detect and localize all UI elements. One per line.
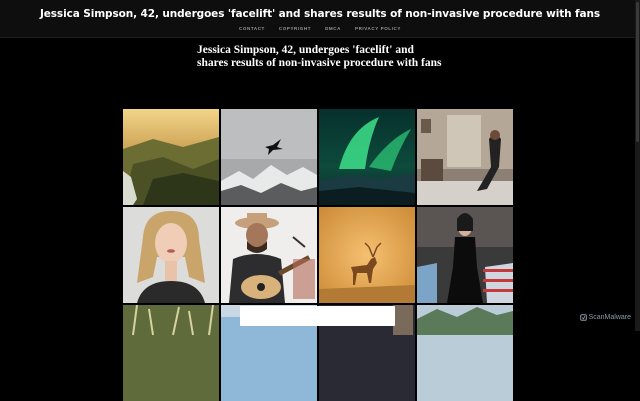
photo-cowboy-guitar[interactable] <box>221 207 317 303</box>
photo-blonde-woman[interactable] <box>123 207 219 303</box>
photo-room-interior[interactable] <box>417 109 513 205</box>
photo-eagle-mountains[interactable] <box>221 109 317 205</box>
scrollbar-thumb[interactable] <box>636 2 639 142</box>
scanmalware-watermark: ScanMalware <box>579 314 631 321</box>
photo-waterfall-valley[interactable] <box>123 109 219 205</box>
nav-contact[interactable]: CONTACT <box>239 26 265 31</box>
site-title[interactable]: Jessica Simpson, 42, undergoes 'facelift… <box>0 8 640 20</box>
nav-dmca[interactable]: DMCA <box>325 26 341 31</box>
photo-aurora[interactable] <box>319 109 415 205</box>
photo-gala-dress[interactable] <box>417 207 513 303</box>
photo-grass[interactable] <box>123 305 219 401</box>
watermark-text: ScanMalware <box>588 314 631 321</box>
site-header: Jessica Simpson, 42, undergoes 'facelift… <box>0 0 640 38</box>
photo-deer-fog[interactable] <box>319 207 415 303</box>
scanmalware-logo-icon <box>579 314 587 321</box>
nav-copyright[interactable]: COPYRIGHT <box>279 26 311 31</box>
photo-mountain-lake[interactable] <box>417 305 513 401</box>
nav-privacy-policy[interactable]: PRIVACY POLICY <box>355 26 401 31</box>
photo-gallery <box>123 109 513 401</box>
top-nav: CONTACT COPYRIGHT DMCA PRIVACY POLICY <box>0 26 640 31</box>
popup-overlay[interactable] <box>240 306 395 326</box>
page-scrollbar[interactable] <box>635 0 640 331</box>
article-title: Jessica Simpson, 42, undergoes 'facelift… <box>197 44 442 69</box>
